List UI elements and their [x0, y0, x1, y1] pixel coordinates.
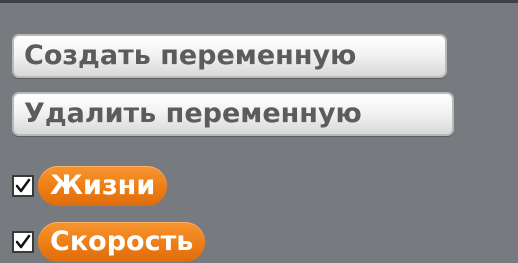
variable-block-speed[interactable]: Скорость [38, 222, 206, 262]
delete-variable-button[interactable]: Удалить переменную [12, 92, 454, 136]
create-variable-button[interactable]: Создать переменную [12, 34, 447, 78]
variables-palette: Создать переменную Удалить переменную Жи… [0, 0, 518, 263]
variable-block-lives[interactable]: Жизни [38, 166, 168, 206]
variable-row-speed: Скорость [12, 221, 206, 263]
checkmark-icon [15, 234, 31, 249]
variable-row-lives: Жизни [12, 165, 168, 207]
show-variable-checkbox[interactable] [12, 175, 34, 197]
show-variable-checkbox[interactable] [12, 231, 34, 253]
checkmark-icon [15, 178, 31, 193]
